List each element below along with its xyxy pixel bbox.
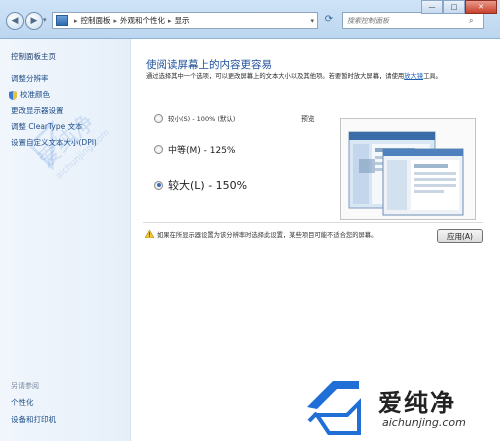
preview-image — [348, 131, 464, 216]
magnifier-link[interactable]: 放大镜 — [404, 73, 423, 80]
close-button[interactable]: ✕ — [465, 0, 497, 14]
search-icon[interactable]: ⌕ — [469, 16, 473, 26]
warning-icon — [145, 230, 154, 238]
description-text: 通过选择其中一个选项，可以更改屏幕上的文本大小以及其他项。若要暂时放大屏幕，请使… — [146, 73, 405, 80]
radio-medium[interactable] — [154, 145, 163, 154]
address-dropdown-icon[interactable]: ▾ — [310, 17, 314, 25]
breadcrumb-appearance[interactable]: 外观和个性化 — [120, 15, 165, 26]
watermark-url: aichunjing.com — [382, 416, 466, 429]
radio-larger[interactable] — [154, 180, 163, 190]
forward-button[interactable]: ▶ — [25, 12, 43, 30]
breadcrumb-control-panel[interactable]: 控制面板 — [81, 15, 111, 26]
sidebar-item-personalization[interactable]: 个性化 — [11, 397, 34, 408]
sidebar: 控制面板主页 调整分辨率 校准颜色 更改显示器设置 调整 ClearType 文… — [0, 39, 131, 441]
sidebar-item-display-settings[interactable]: 更改显示器设置 — [11, 105, 64, 116]
page-heading: 使阅读屏幕上的内容更容易 — [146, 59, 272, 71]
address-bar[interactable]: ▸ 控制面板 ▸ 外观和个性化 ▸ 显示 ▾ — [52, 12, 318, 29]
apply-button[interactable]: 应用(A) — [437, 229, 483, 243]
sidebar-item-cleartype[interactable]: 调整 ClearType 文本 — [11, 121, 83, 132]
window-controls: — □ ✕ — [421, 0, 497, 14]
minimize-button[interactable]: — — [421, 0, 443, 14]
search-box[interactable]: ⌕ — [342, 12, 484, 29]
option-smaller[interactable]: 较小(S) - 100% (默认) — [154, 113, 235, 123]
radio-smaller[interactable] — [154, 113, 163, 123]
preview-label: 预览 — [301, 115, 315, 123]
chevron-right-icon: ▸ — [113, 16, 118, 25]
refresh-icon: ⟳ — [324, 14, 334, 25]
history-dropdown[interactable]: ▾ — [43, 16, 47, 24]
back-button[interactable]: ◀ — [6, 12, 24, 30]
option-medium-label: 中等(M) - 125% — [168, 146, 236, 156]
chevron-right-icon: ▸ — [74, 16, 78, 25]
description-tail: 工具。 — [423, 73, 442, 80]
arrow-left-icon: ◀ — [11, 16, 19, 26]
preview-frame — [340, 118, 476, 220]
window-chrome: ◀ ▶ ▾ ▸ 控制面板 ▸ 外观和个性化 ▸ 显示 ▾ ⟳ ⌕ — □ ✕ — [0, 0, 500, 39]
watermark-brand: 爱纯净 — [378, 389, 456, 417]
sidebar-item-resolution[interactable]: 调整分辨率 — [11, 73, 49, 84]
sidebar-item-calibrate-color[interactable]: 校准颜色 — [20, 89, 50, 100]
sidebar-home-link[interactable]: 控制面板主页 — [11, 51, 56, 62]
refresh-button[interactable]: ⟳ — [322, 13, 336, 26]
maximize-button[interactable]: □ — [443, 0, 465, 14]
page-description: 通过选择其中一个选项，可以更改屏幕上的文本大小以及其他项。若要暂时放大屏幕，请使… — [146, 71, 492, 83]
search-input[interactable] — [343, 16, 465, 25]
option-medium[interactable]: 中等(M) - 125% — [154, 143, 236, 156]
option-larger-label: 较大(L) - 150% — [168, 179, 248, 192]
shield-icon — [9, 91, 17, 100]
chevron-right-icon: ▸ — [168, 16, 172, 25]
option-smaller-label: 较小(S) - 100% (默认) — [168, 115, 236, 123]
breadcrumb-display[interactable]: 显示 — [175, 15, 190, 26]
sidebar-item-devices-printers[interactable]: 设备和打印机 — [11, 414, 56, 425]
see-also-heading: 另请参阅 — [11, 382, 39, 390]
arrow-right-icon: ▶ — [30, 16, 38, 26]
warning-message: 如果在所显示器设置为该分辨率时选择此设置，某些项目可能不适合您的屏幕。 — [157, 232, 378, 239]
sidebar-item-custom-dpi[interactable]: 设置自定义文本大小(DPI) — [11, 137, 97, 148]
divider — [143, 222, 483, 223]
control-panel-icon — [56, 15, 68, 26]
option-larger[interactable]: 较大(L) - 150% — [154, 177, 247, 193]
